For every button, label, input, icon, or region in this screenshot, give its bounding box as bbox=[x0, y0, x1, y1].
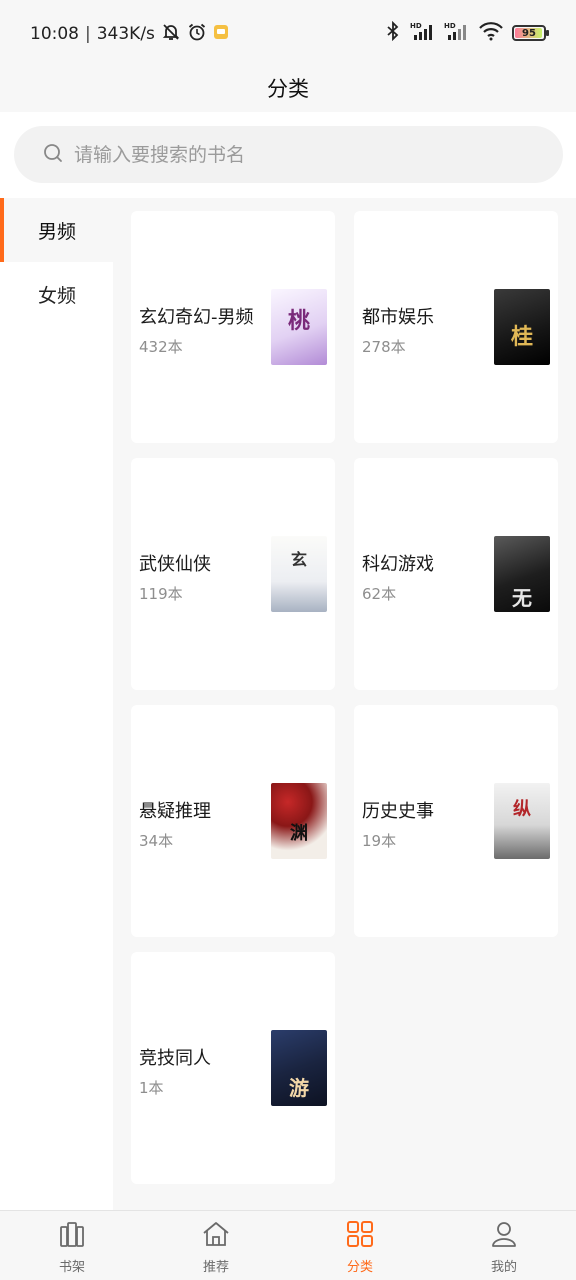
category-card[interactable]: 竞技同人 1本 游 bbox=[131, 952, 335, 1184]
search-box[interactable] bbox=[14, 126, 563, 183]
bookshelf-icon bbox=[57, 1219, 87, 1253]
category-count: 34本 bbox=[139, 832, 174, 850]
status-right: HD HD 95 bbox=[384, 20, 549, 45]
search-bar-container bbox=[0, 112, 576, 198]
alarm-icon bbox=[187, 22, 207, 47]
sidebar-item-label: 女频 bbox=[38, 284, 77, 307]
book-cover-image: 纵 bbox=[494, 783, 550, 859]
category-name: 玄幻奇幻-男频 bbox=[139, 307, 254, 328]
category-name: 历史史事 bbox=[362, 801, 434, 822]
status-time: 10:08 bbox=[30, 24, 79, 44]
svg-text:HD: HD bbox=[410, 22, 422, 30]
status-bar: 10:08 | 343K/s HD HD 95 bbox=[0, 0, 576, 64]
nav-item-mine[interactable]: 我的 bbox=[432, 1211, 576, 1280]
home-icon bbox=[201, 1219, 231, 1253]
status-separator: | bbox=[85, 24, 91, 44]
page-header: 分类 bbox=[0, 64, 576, 112]
signal-hd-2-icon: HD bbox=[444, 21, 470, 45]
sidebar-item-label: 男频 bbox=[38, 220, 77, 243]
category-card[interactable]: 历史史事 19本 纵 bbox=[354, 705, 558, 937]
category-card[interactable]: 武侠仙侠 119本 玄 bbox=[131, 458, 335, 690]
cover-title: 桃 bbox=[287, 308, 310, 334]
book-cover-image: 桂 bbox=[494, 289, 550, 365]
nav-item-recommend[interactable]: 推荐 bbox=[144, 1211, 288, 1280]
svg-text:HD: HD bbox=[444, 22, 456, 30]
category-card[interactable]: 科幻游戏 62本 无 bbox=[354, 458, 558, 690]
signal-hd-1-icon: HD bbox=[410, 21, 436, 45]
category-name: 武侠仙侠 bbox=[139, 554, 211, 575]
nav-label: 我的 bbox=[490, 1260, 517, 1275]
book-cover-image: 无 bbox=[494, 536, 550, 612]
grid-icon bbox=[345, 1219, 375, 1253]
category-name: 悬疑推理 bbox=[139, 801, 211, 822]
book-cover-image: 游 bbox=[271, 1030, 327, 1106]
category-count: 19本 bbox=[362, 832, 397, 850]
category-card[interactable]: 悬疑推理 34本 渊 bbox=[131, 705, 335, 937]
cover-title: 无 bbox=[512, 586, 532, 610]
status-left: 10:08 | 343K/s bbox=[30, 23, 229, 45]
book-cover-image: 桃 bbox=[271, 289, 327, 365]
category-card[interactable]: 都市娱乐 278本 桂 bbox=[354, 211, 558, 443]
wifi-icon bbox=[478, 21, 504, 45]
category-count: 62本 bbox=[362, 585, 397, 603]
category-card[interactable]: 玄幻奇幻-男频 432本 桃 bbox=[131, 211, 335, 443]
cover-title: 玄 bbox=[290, 550, 307, 569]
bell-off-icon bbox=[161, 22, 181, 47]
nav-item-bookshelf[interactable]: 书架 bbox=[0, 1211, 144, 1280]
nav-label: 推荐 bbox=[202, 1260, 229, 1275]
category-sidebar: 男频 女频 bbox=[0, 198, 113, 1210]
cover-title: 桂 bbox=[510, 324, 533, 350]
book-cover-image: 渊 bbox=[271, 783, 327, 859]
nav-label: 分类 bbox=[346, 1260, 373, 1275]
category-count: 1本 bbox=[139, 1079, 164, 1097]
sidebar-item-male[interactable]: 男频 bbox=[0, 198, 113, 262]
page-title: 分类 bbox=[267, 77, 309, 101]
search-input[interactable] bbox=[74, 143, 534, 166]
category-count: 278本 bbox=[362, 338, 406, 356]
bottom-nav: 书架 推荐 分类 我的 bbox=[0, 1210, 576, 1280]
cover-title: 纵 bbox=[513, 799, 531, 820]
battery-icon: 95 bbox=[512, 25, 549, 41]
nav-label: 书架 bbox=[58, 1260, 85, 1275]
category-count: 119本 bbox=[139, 585, 183, 603]
battery-level: 95 bbox=[522, 27, 536, 39]
category-name: 都市娱乐 bbox=[362, 307, 434, 328]
sidebar-item-female[interactable]: 女频 bbox=[0, 262, 113, 326]
book-cover-image: 玄 bbox=[271, 536, 327, 612]
category-name: 竞技同人 bbox=[139, 1048, 211, 1069]
category-name: 科幻游戏 bbox=[362, 554, 434, 575]
notification-app-icon bbox=[213, 24, 229, 45]
search-icon bbox=[42, 142, 64, 168]
cover-title: 游 bbox=[289, 1076, 309, 1100]
bluetooth-icon bbox=[384, 20, 402, 45]
nav-item-category[interactable]: 分类 bbox=[288, 1211, 432, 1280]
category-count: 432本 bbox=[139, 338, 183, 356]
user-icon bbox=[489, 1219, 519, 1253]
status-network-speed: 343K/s bbox=[96, 24, 155, 44]
cover-title: 渊 bbox=[290, 823, 308, 844]
